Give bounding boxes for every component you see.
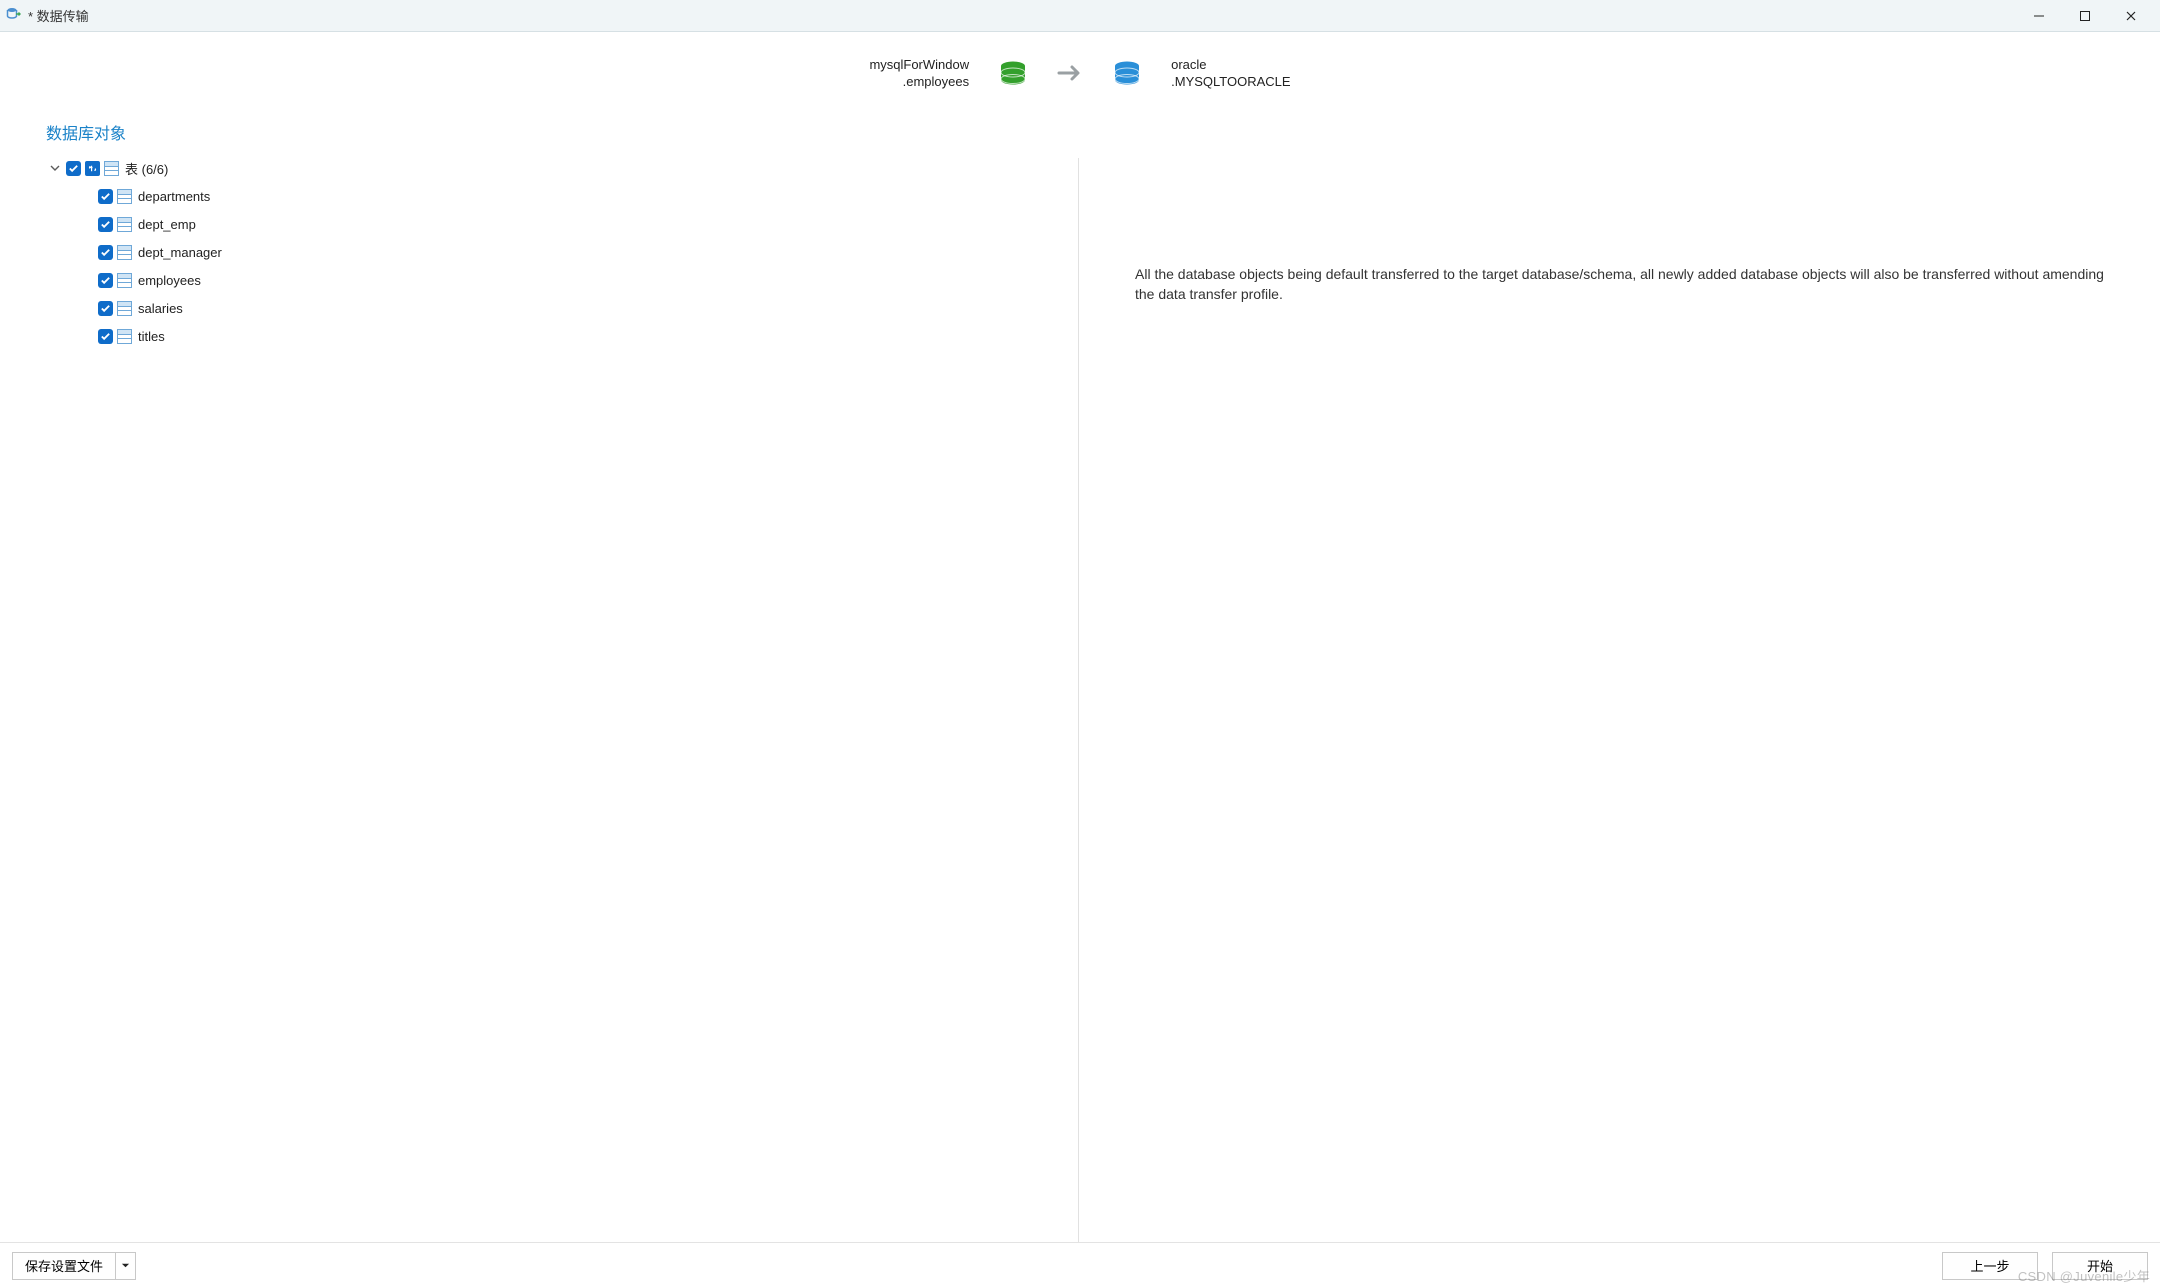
tree-item-label: salaries <box>136 301 183 316</box>
table-icon <box>117 189 132 204</box>
target-schema: .MYSQLTOORACLE <box>1171 74 1290 91</box>
tree-item[interactable]: salaries <box>44 294 1034 322</box>
checkbox-item[interactable] <box>98 301 113 316</box>
checkbox-item[interactable] <box>98 245 113 260</box>
link-icon <box>85 161 100 176</box>
database-target-icon <box>1111 60 1143 88</box>
section-heading: 数据库对象 <box>0 116 2160 154</box>
tree-item-label: departments <box>136 189 210 204</box>
save-profile-dropdown[interactable] <box>116 1252 136 1280</box>
table-icon <box>117 217 132 232</box>
tree-item[interactable]: departments <box>44 182 1034 210</box>
checkbox-item[interactable] <box>98 217 113 232</box>
object-tree: 表 (6/6) departments dept_emp dept_managere… <box>44 154 1034 350</box>
maximize-button[interactable] <box>2062 0 2108 32</box>
tree-item[interactable]: dept_emp <box>44 210 1034 238</box>
tree-item[interactable]: titles <box>44 322 1034 350</box>
chevron-down-icon[interactable] <box>48 161 62 175</box>
source-connection: mysqlForWindow <box>869 57 969 74</box>
start-button[interactable]: 开始 <box>2052 1252 2148 1280</box>
tree-root-row[interactable]: 表 (6/6) <box>44 154 1034 182</box>
tree-item[interactable]: dept_manager <box>44 238 1034 266</box>
main-area: 表 (6/6) departments dept_emp dept_managere… <box>0 154 2160 1276</box>
checkbox-item[interactable] <box>98 329 113 344</box>
source-label: mysqlForWindow .employees <box>869 57 969 91</box>
tree-item-label: dept_manager <box>136 245 222 260</box>
app-icon <box>6 6 22 25</box>
target-label: oracle .MYSQLTOORACLE <box>1171 57 1290 91</box>
source-schema: .employees <box>903 74 969 91</box>
description-text: All the database objects being default t… <box>1135 264 2106 305</box>
target-connection: oracle <box>1171 57 1206 74</box>
footer: 保存设置文件 上一步 开始 <box>0 1242 2160 1288</box>
close-button[interactable] <box>2108 0 2154 32</box>
table-icon <box>117 273 132 288</box>
window-title: * 数据传输 <box>28 6 89 25</box>
description-pane: All the database objects being default t… <box>1078 158 2160 1276</box>
tree-item-label: titles <box>136 329 165 344</box>
titlebar: * 数据传输 <box>0 0 2160 32</box>
checkbox-item[interactable] <box>98 189 113 204</box>
transfer-header: mysqlForWindow .employees oracle .MYSQLT… <box>0 32 2160 116</box>
table-icon <box>104 161 119 176</box>
database-source-icon <box>997 60 1029 88</box>
minimize-button[interactable] <box>2016 0 2062 32</box>
table-icon <box>117 329 132 344</box>
save-profile-button[interactable]: 保存设置文件 <box>12 1252 116 1280</box>
object-tree-pane: 表 (6/6) departments dept_emp dept_managere… <box>0 154 1078 1276</box>
table-icon <box>117 301 132 316</box>
tree-root-label: 表 (6/6) <box>123 159 168 178</box>
checkbox-item[interactable] <box>98 273 113 288</box>
previous-button[interactable]: 上一步 <box>1942 1252 2038 1280</box>
checkbox-root[interactable] <box>66 161 81 176</box>
arrow-right-icon <box>1057 63 1083 86</box>
tree-item-label: employees <box>136 273 201 288</box>
table-icon <box>117 245 132 260</box>
tree-item[interactable]: employees <box>44 266 1034 294</box>
tree-item-label: dept_emp <box>136 217 196 232</box>
